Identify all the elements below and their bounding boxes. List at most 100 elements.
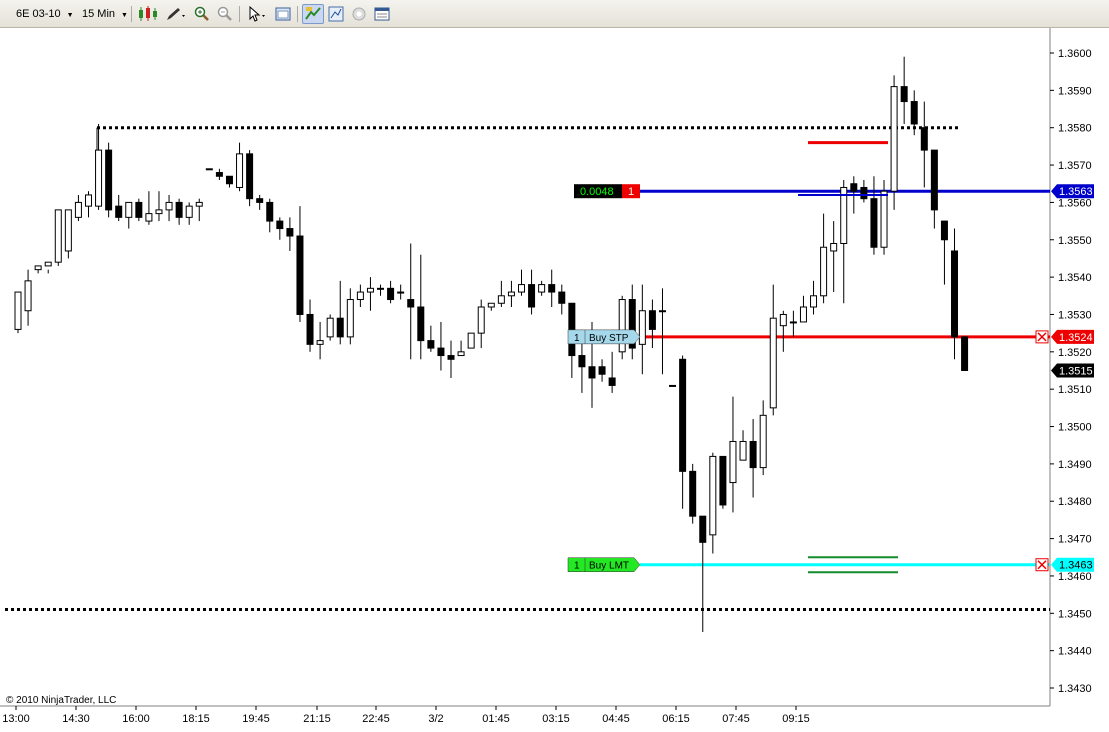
cancel-order-button[interactable] <box>1035 558 1049 572</box>
candle-body <box>296 235 304 315</box>
candle-body <box>548 284 556 293</box>
instrument-selector[interactable]: 6E 03-10 ▼ <box>12 5 78 23</box>
candle <box>195 198 203 222</box>
candle <box>699 515 707 632</box>
candle <box>558 284 566 315</box>
time-tick-label: 13:00 <box>2 713 30 725</box>
candle <box>316 321 324 360</box>
price-tick-label: 1.3530 <box>1058 309 1092 321</box>
time-tick-label: 18:15 <box>182 713 210 725</box>
price-tag-label: 1.3563 <box>1059 186 1093 198</box>
price-tick-label: 1.3590 <box>1058 85 1092 97</box>
price-tag-label: 1.3463 <box>1059 560 1093 572</box>
indicator-icon[interactable] <box>349 4 369 24</box>
candle <box>246 150 254 207</box>
price-tick-label: 1.3560 <box>1058 197 1092 209</box>
candle-body <box>507 291 515 297</box>
price-tick-label: 1.3540 <box>1058 272 1092 284</box>
candle <box>628 284 636 360</box>
candle <box>377 284 385 296</box>
candle <box>910 90 918 136</box>
position-badge[interactable]: 0.0048 1 <box>574 184 640 199</box>
chart-properties-icon[interactable] <box>273 4 293 24</box>
price-tick-label: 1.3580 <box>1058 123 1092 135</box>
candle <box>518 269 525 296</box>
candle-body <box>34 265 42 271</box>
buy-stop-order[interactable]: 1 Buy STP <box>567 329 641 345</box>
candle-body <box>286 228 294 237</box>
candle <box>548 269 556 307</box>
candle <box>961 336 969 371</box>
candle-body <box>246 153 254 200</box>
candle <box>366 277 374 311</box>
candle <box>326 314 334 341</box>
candle-body <box>326 317 334 338</box>
candle-body <box>749 440 757 469</box>
candle-body <box>699 515 707 543</box>
candle-body <box>850 183 858 192</box>
candle <box>115 194 123 222</box>
candle <box>467 332 475 349</box>
draw-pencil-icon[interactable] <box>163 4 189 24</box>
price-chart[interactable]: 1.3600 1.3590 1.3580 1.3570 1.3560 1.3550 1.35… <box>0 28 1109 732</box>
candle <box>951 228 959 360</box>
candle <box>618 295 626 360</box>
price-tick-label: 1.3430 <box>1058 683 1092 695</box>
price-tick-label: 1.3470 <box>1058 534 1092 546</box>
chart-trader-icon[interactable] <box>302 4 324 24</box>
time-tick-label: 04:45 <box>602 713 630 725</box>
order-overlays[interactable]: 0.0048 1 1 Buy STP 1 Buy LMT 1.3563 1.3524 1.346… <box>567 141 1094 574</box>
candlestick-style-icon[interactable] <box>136 4 160 24</box>
horizontal-lines <box>5 126 1050 612</box>
instrument-label: 6E 03-10 <box>16 8 61 20</box>
candle <box>105 142 113 218</box>
candle-body <box>729 440 737 484</box>
candle-body <box>951 250 959 338</box>
position-pnl-label: 0.0048 <box>580 186 614 198</box>
candle <box>689 463 697 524</box>
candle-body <box>538 284 546 293</box>
cursor-icon[interactable] <box>245 4 271 24</box>
time-tick-label: 16:00 <box>122 713 150 725</box>
candle <box>95 123 103 210</box>
candle-body <box>558 291 566 304</box>
buy-limit-price-tag: 1.3463 <box>1051 557 1094 572</box>
candle <box>64 209 72 259</box>
candle <box>14 291 22 334</box>
buy-limit-order[interactable]: 1 Buy LMT <box>567 557 641 572</box>
interval-selector[interactable]: 15 Min ▼ <box>78 5 132 23</box>
candle <box>74 194 82 222</box>
candle-body <box>518 284 525 293</box>
candle-body <box>54 209 62 263</box>
strategy-icon[interactable] <box>326 4 346 24</box>
candle <box>759 400 767 476</box>
time-tick-label: 19:45 <box>242 713 270 725</box>
candle-body <box>84 194 92 207</box>
candle-body <box>145 213 153 222</box>
candle-body <box>638 310 646 345</box>
candle-body <box>799 306 807 323</box>
zoom-out-icon[interactable] <box>215 4 235 24</box>
candle <box>54 209 62 266</box>
price-tick-label: 1.3570 <box>1058 160 1092 172</box>
candle <box>709 452 717 554</box>
order-type-label: Buy STP <box>589 333 629 344</box>
price-tag-label: 1.3524 <box>1059 332 1093 344</box>
candle-body <box>477 306 485 334</box>
data-box-icon[interactable] <box>372 4 392 24</box>
candle <box>749 419 757 498</box>
cancel-order-button[interactable] <box>1035 330 1049 344</box>
candle-body <box>336 317 344 338</box>
candle-body <box>820 246 828 297</box>
order-qty-label: 1 <box>574 333 580 344</box>
candle <box>477 299 485 349</box>
zoom-in-icon[interactable] <box>192 4 212 24</box>
price-tick-label: 1.3490 <box>1058 459 1092 471</box>
candle <box>155 191 163 222</box>
time-tick-label: 03:15 <box>542 713 570 725</box>
candle-body <box>679 358 687 472</box>
candle-body <box>689 470 697 517</box>
candle <box>84 191 92 218</box>
buy-stop-price-tag: 1.3524 <box>1051 329 1094 344</box>
last-price-tag: 1.3515 <box>1051 363 1094 378</box>
